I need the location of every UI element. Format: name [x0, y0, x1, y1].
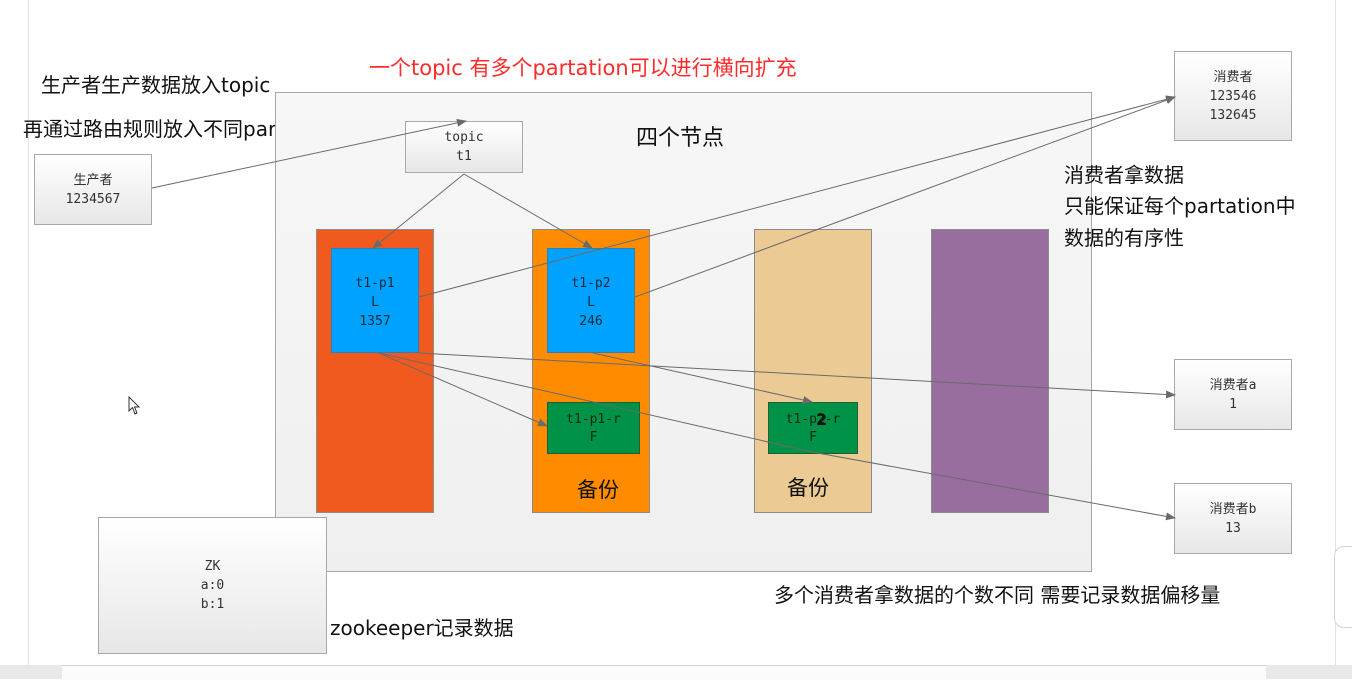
horizontal-scrollbar[interactable]: [62, 665, 1266, 680]
consumer-a-title: 消费者a: [1209, 377, 1257, 393]
backup-label-node2: 备份: [577, 478, 619, 502]
consumer-a-box: 消费者a 1: [1174, 359, 1292, 430]
consumer-note-line2: 只能保证每个partation中: [1064, 194, 1296, 218]
left-margin-line: [28, 0, 29, 679]
backup-label-node3: 备份: [787, 476, 829, 500]
producer-note-line1: 生产者生产数据放入topic: [41, 73, 271, 97]
side-panel-tab[interactable]: [1334, 546, 1352, 628]
replica-role: F: [589, 430, 598, 445]
partition-name: t1-p1: [355, 276, 395, 291]
topic-box: topic t1: [405, 121, 523, 173]
cluster-label: 四个节点: [636, 126, 725, 151]
zk-line: b:1: [200, 597, 225, 612]
replica-t1-p2-r: t1-p2-r F: [768, 402, 858, 454]
replica-role: F: [809, 430, 817, 445]
consumer-b-line: 13: [1225, 520, 1241, 536]
producer-box: 生产者 1234567: [34, 154, 152, 225]
consumer-note-line3: 数据的有序性: [1064, 226, 1184, 250]
topic-title: topic: [444, 130, 484, 145]
consumer-b-box: 消费者b 13: [1174, 483, 1292, 554]
offset-note: 多个消费者拿数据的个数不同 需要记录数据偏移量: [774, 583, 1221, 607]
consumer-b-title: 消费者b: [1209, 501, 1257, 517]
consumer-a-line: 1: [1229, 396, 1237, 412]
partition-t1-p1: t1-p1 L 1357: [331, 248, 419, 353]
node-3: [754, 229, 872, 513]
partition-role: L: [371, 295, 379, 310]
mouse-cursor-icon: [128, 396, 141, 415]
partition-name: t1-p2: [571, 276, 611, 291]
consumer-box: 消费者 123546 132645: [1174, 51, 1292, 141]
producer-title: 生产者: [73, 172, 113, 188]
consumer-note-line1: 消费者拿数据: [1064, 163, 1184, 187]
zookeeper-box: ZK a:0 b:1: [98, 517, 327, 654]
zk-note: zookeeper记录数据: [330, 616, 514, 640]
replica-overlay-char: 2: [816, 410, 828, 429]
consumer-line: 132645: [1209, 107, 1257, 123]
replica-name: t1-p1-r: [566, 412, 621, 427]
producer-data: 1234567: [65, 191, 121, 207]
partition-data: 246: [579, 314, 603, 329]
zk-title: ZK: [204, 559, 221, 574]
replica-name: t1-p2-r: [785, 412, 841, 427]
consumer-line: 123546: [1209, 88, 1257, 104]
headline: 一个topic 有多个partation可以进行横向扩充: [369, 56, 797, 80]
node-4: [931, 229, 1049, 513]
zk-line: a:0: [200, 578, 225, 593]
partition-t1-p2: t1-p2 L 246: [547, 248, 635, 353]
replica-t1-p1-r: t1-p1-r F: [547, 402, 640, 454]
partition-data: 1357: [359, 314, 391, 329]
topic-name: t1: [456, 149, 472, 164]
consumer-title: 消费者: [1213, 69, 1253, 85]
partition-role: L: [587, 295, 595, 310]
